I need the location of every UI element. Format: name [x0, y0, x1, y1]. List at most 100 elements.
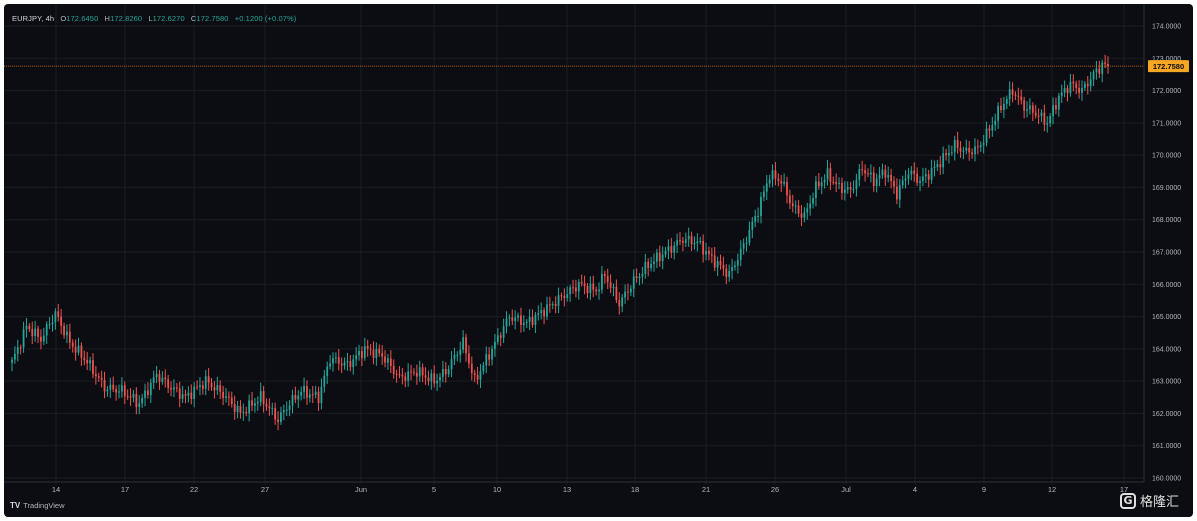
- candle-body: [682, 240, 684, 243]
- candle-body: [731, 267, 733, 271]
- candle-body: [817, 181, 820, 187]
- candle-body: [1046, 123, 1049, 125]
- candle-body: [236, 406, 239, 412]
- candle-body: [823, 179, 826, 183]
- chart-frame: 160.0000 161.0000 162.0000 163.0000 164.0000…: [4, 4, 1193, 517]
- candle-body: [760, 196, 762, 216]
- candle-body: [800, 213, 803, 218]
- current-price-label: 172.7580: [1153, 62, 1184, 71]
- x-tick-label: 18: [631, 485, 639, 494]
- candle-body: [528, 316, 531, 322]
- candle-body: [647, 261, 650, 268]
- candle-body: [852, 188, 855, 190]
- candle-body: [762, 191, 765, 197]
- candle-body: [152, 377, 155, 383]
- candle-body: [123, 385, 126, 397]
- candle-body: [470, 363, 473, 374]
- candle-body: [1057, 95, 1060, 110]
- candle-body: [572, 287, 574, 289]
- candle-body: [1086, 83, 1089, 87]
- candle-body: [855, 179, 858, 189]
- x-tick-label: 22: [190, 485, 198, 494]
- candle-body: [690, 235, 693, 245]
- candle-body: [962, 150, 965, 152]
- candle-body: [948, 152, 950, 156]
- x-tick-label: 27: [261, 485, 269, 494]
- candle-body: [144, 390, 146, 398]
- candle-body: [537, 313, 540, 315]
- low-label: L: [148, 14, 153, 23]
- candle-body: [959, 147, 962, 152]
- candle-body: [635, 276, 638, 279]
- candle-body: [193, 386, 196, 400]
- candle-body: [867, 173, 869, 175]
- candle-body: [291, 395, 294, 406]
- candle-body: [358, 351, 360, 356]
- candle-body: [329, 363, 331, 367]
- candle-body: [745, 242, 748, 244]
- candle-body: [1014, 94, 1017, 96]
- candle-body: [1069, 81, 1072, 94]
- candle-body: [826, 168, 829, 180]
- candle-body: [251, 400, 253, 406]
- candle-body: [494, 341, 496, 349]
- tradingview-logo[interactable]: TV TradingView: [10, 501, 65, 510]
- candle-body: [673, 245, 676, 253]
- candle-body: [557, 295, 560, 306]
- candle-body: [789, 195, 791, 204]
- candle-body: [543, 310, 545, 317]
- candle-body: [936, 164, 939, 167]
- candle-body: [676, 240, 679, 246]
- candle-body: [974, 146, 976, 155]
- symbol-label: EURJPY, 4h: [12, 14, 55, 23]
- candle-body: [933, 166, 936, 169]
- candle-body: [485, 354, 488, 366]
- candle-body: [661, 254, 664, 262]
- candle-body: [832, 181, 835, 183]
- candle-body: [991, 124, 994, 131]
- candle-body: [710, 254, 713, 256]
- candle-body: [427, 377, 430, 382]
- x-tick-label: 21: [702, 485, 710, 494]
- candle-body: [982, 142, 985, 146]
- candle-body: [554, 304, 557, 306]
- candle-body: [577, 282, 580, 292]
- candle-body: [601, 273, 603, 290]
- candle-body: [349, 361, 352, 368]
- candle-body: [658, 252, 661, 262]
- candle-body: [517, 315, 519, 318]
- candle-body: [361, 351, 363, 358]
- candle-body: [780, 180, 783, 184]
- candle-body: [580, 282, 583, 284]
- candle-body: [621, 297, 624, 307]
- x-tick-label: 12: [1048, 485, 1056, 494]
- candle-body: [132, 393, 135, 398]
- candle-body: [421, 367, 424, 376]
- candle-body: [447, 369, 450, 375]
- candle-body: [861, 169, 864, 171]
- candle-body: [491, 348, 493, 360]
- candle-body: [650, 263, 652, 268]
- candle-body: [1029, 105, 1031, 110]
- candle-body: [583, 283, 586, 287]
- candle-body: [1040, 112, 1043, 117]
- candle-body: [103, 379, 106, 392]
- candle-body: [352, 359, 355, 368]
- candle-body: [268, 406, 271, 409]
- candle-body: [869, 172, 872, 175]
- candle-body: [757, 215, 759, 217]
- candle-body: [994, 120, 997, 125]
- candle-body: [893, 181, 895, 187]
- low-value: 172.6270: [152, 14, 185, 23]
- candlestick-chart[interactable]: 160.0000 161.0000 162.0000 163.0000 164.0000…: [4, 4, 1193, 517]
- x-tick-label: Jul: [841, 485, 851, 494]
- x-tick-label: 14: [52, 485, 60, 494]
- candle-body: [985, 128, 988, 143]
- x-tick-label: 26: [771, 485, 779, 494]
- candle-body: [1043, 112, 1046, 125]
- candle-body: [97, 376, 100, 378]
- x-tick-label: 5: [432, 485, 436, 494]
- candle-body: [627, 291, 629, 293]
- candle-body: [462, 337, 465, 350]
- candle-body: [378, 348, 381, 354]
